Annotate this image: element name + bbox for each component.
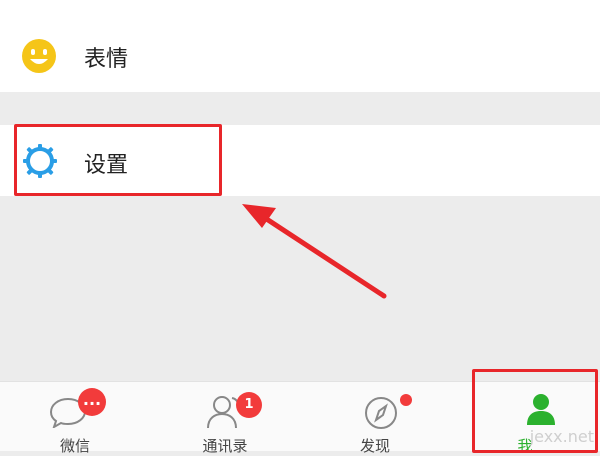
- tab-contacts-label: 通讯录: [202, 437, 248, 455]
- unread-badge: ...: [78, 388, 106, 416]
- tab-wechat-label: 微信: [59, 437, 90, 455]
- watermark-text: jexx.net: [529, 427, 594, 446]
- tab-wechat[interactable]: ... 微信: [0, 382, 150, 455]
- discover-dot-badge: [400, 394, 412, 406]
- tab-discover[interactable]: 发现: [300, 382, 450, 455]
- tab-discover-label: 发现: [359, 437, 390, 455]
- contacts-count-badge: 1: [236, 392, 262, 418]
- compass-icon: [364, 396, 398, 434]
- tab-contacts[interactable]: 1 通讯录: [150, 382, 300, 455]
